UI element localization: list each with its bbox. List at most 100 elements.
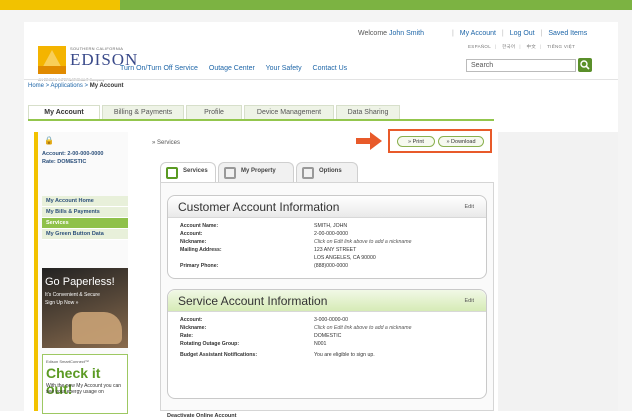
nav-outage-center[interactable]: Outage Center bbox=[209, 65, 255, 72]
arrow-right-icon bbox=[356, 132, 382, 150]
info-label: Account: bbox=[180, 317, 203, 323]
lang-spanish[interactable]: ESPAÑOL bbox=[468, 44, 491, 49]
info-row: Account: 3-000-0000-00 bbox=[168, 316, 486, 324]
breadcrumb-home[interactable]: Home bbox=[28, 83, 44, 89]
tab-device-management[interactable]: Device Management bbox=[244, 105, 334, 119]
info-label: Budget Assistant Notifications: bbox=[180, 352, 258, 358]
sidebar-item-bills-payments[interactable]: My Bills & Payments bbox=[42, 207, 128, 218]
info-row: LOS ANGELES, CA 90000 bbox=[168, 254, 486, 262]
tab-options-label: Options bbox=[319, 168, 342, 174]
sidebar-item-green-button[interactable]: My Green Button Data bbox=[42, 229, 128, 240]
language-links: ESPAÑOL | 한국어 | 中文 | TIẾNG VIỆT bbox=[468, 44, 576, 49]
info-value: You are eligible to sign up. bbox=[314, 352, 375, 358]
info-value: N001 bbox=[314, 341, 327, 347]
info-value: 123 ANY STREET bbox=[314, 247, 357, 253]
services-icon bbox=[166, 167, 178, 179]
lang-korean[interactable]: 한국어 bbox=[502, 44, 515, 49]
promo-image bbox=[72, 312, 122, 344]
service-edit-link[interactable]: Edit bbox=[465, 298, 474, 304]
info-value: LOS ANGELES, CA 90000 bbox=[314, 255, 376, 261]
info-row: Primary Phone: (888)000-0000 bbox=[168, 262, 486, 270]
nav-turn-on-off[interactable]: Turn On/Turn Off Service bbox=[120, 65, 198, 72]
nav-your-safety[interactable]: Your Safety bbox=[266, 65, 302, 72]
account-summary: Account: 2-00-000-0000 Rate: DOMESTIC bbox=[42, 150, 103, 166]
search-icon bbox=[580, 60, 590, 70]
rate-label: Rate: DOMESTIC bbox=[42, 159, 87, 165]
info-label: Account: bbox=[180, 231, 203, 237]
tab-services-label: Services bbox=[183, 168, 208, 174]
left-sidebar: 🔒 Account: 2-00-000-0000 Rate: DOMESTIC … bbox=[34, 132, 128, 414]
options-icon bbox=[302, 167, 314, 179]
sidebar-item-my-account-home[interactable]: My Account Home bbox=[42, 196, 128, 207]
info-row: Account Name: SMITH, JOHN bbox=[168, 222, 486, 230]
right-column bbox=[498, 132, 618, 411]
welcome-message: Welcome John Smith bbox=[358, 30, 424, 37]
info-row: Rotating Outage Group: N001 bbox=[168, 340, 486, 348]
info-row: Nickname: Click on Edit link above to add… bbox=[168, 238, 486, 246]
search-button[interactable] bbox=[578, 58, 592, 72]
customer-card-title: Customer Account Information bbox=[178, 200, 340, 214]
tab-my-account[interactable]: My Account bbox=[28, 105, 100, 119]
lock-icon: 🔒 bbox=[44, 136, 54, 145]
service-account-card: Service Account Information Edit Account… bbox=[167, 289, 487, 399]
info-row: Mailing Address: 123 ANY STREET bbox=[168, 246, 486, 254]
info-label: Account Name: bbox=[180, 223, 219, 229]
nav-contact-us[interactable]: Contact Us bbox=[313, 65, 348, 72]
tab-services[interactable]: Services bbox=[160, 162, 216, 182]
breadcrumb-current: My Account bbox=[89, 83, 124, 89]
promo-subtitle: It's Convenient & Secure bbox=[45, 292, 100, 298]
tab-profile[interactable]: Profile bbox=[186, 105, 242, 119]
tab-my-property[interactable]: My Property bbox=[218, 162, 294, 182]
info-value: Click on Edit link above to add a nickna… bbox=[314, 239, 412, 245]
service-rows: Account: 3-000-0000-00 Nickname: Click on E… bbox=[168, 312, 486, 361]
smartconnect-promo[interactable]: Edison SmartConnect™ Check it out! With … bbox=[42, 354, 128, 414]
sidebar-menu: My Account Home My Bills & Payments Serv… bbox=[42, 196, 128, 240]
lang-chinese[interactable]: 中文 bbox=[526, 44, 536, 49]
go-paperless-promo[interactable]: Go Paperless! It's Convenient & Secure S… bbox=[42, 268, 128, 348]
info-row: Budget Assistant Notifications: You are e… bbox=[168, 351, 486, 361]
customer-rows: Account Name: SMITH, JOHN Account: 2-00-000… bbox=[168, 218, 486, 270]
promo-title: Go Paperless! bbox=[45, 276, 115, 288]
customer-edit-link[interactable]: Edit bbox=[465, 204, 474, 210]
breadcrumb: Home > Applications > My Account bbox=[28, 83, 124, 89]
welcome-prefix: Welcome bbox=[358, 30, 388, 37]
property-icon bbox=[224, 167, 236, 179]
services-link[interactable]: » Services bbox=[152, 140, 180, 146]
tab-data-sharing[interactable]: Data Sharing bbox=[336, 105, 400, 119]
search-input[interactable]: Search bbox=[466, 59, 576, 72]
info-value: (888)000-0000 bbox=[314, 263, 349, 269]
user-name: John Smith bbox=[389, 30, 425, 37]
page: SOUTHERN CALIFORNIA EDISON AN EDISON INT… bbox=[24, 22, 618, 419]
promo2-kicker: Edison SmartConnect™ bbox=[46, 359, 89, 364]
edison-sun-icon bbox=[38, 46, 66, 74]
sidebar-item-services[interactable]: Services bbox=[42, 218, 128, 229]
tab-billing-payments[interactable]: Billing & Payments bbox=[102, 105, 184, 119]
edison-logo[interactable]: SOUTHERN CALIFORNIA EDISON AN EDISON INT… bbox=[38, 44, 142, 82]
divider bbox=[24, 79, 618, 80]
log-out-link[interactable]: Log Out bbox=[510, 30, 535, 37]
tab-my-property-label: My Property bbox=[241, 168, 276, 174]
customer-account-card: Customer Account Information Edit Accoun… bbox=[167, 195, 487, 279]
info-row: Nickname: Click on Edit link above to add… bbox=[168, 324, 486, 332]
tab-options[interactable]: Options bbox=[296, 162, 358, 182]
breadcrumb-applications[interactable]: Applications bbox=[51, 83, 83, 89]
my-account-link[interactable]: My Account bbox=[460, 30, 496, 37]
download-button[interactable]: » Download bbox=[438, 136, 484, 147]
info-label: Mailing Address: bbox=[180, 247, 222, 253]
deactivate-link[interactable]: Deactivate Online Account bbox=[167, 413, 236, 419]
print-button[interactable]: » Print bbox=[397, 136, 435, 147]
info-row: Rate: DOMESTIC bbox=[168, 332, 486, 340]
info-value: 2-00-000-0000 bbox=[314, 231, 349, 237]
services-panel: Customer Account Information Edit Accoun… bbox=[160, 182, 494, 419]
saved-items-link[interactable]: Saved Items bbox=[548, 30, 587, 37]
service-card-title: Service Account Information bbox=[178, 294, 328, 308]
main-nav: Turn On/Turn Off Service Outage Center Y… bbox=[120, 65, 356, 72]
lang-vietnamese[interactable]: TIẾNG VIỆT bbox=[547, 44, 575, 49]
info-label: Nickname: bbox=[180, 325, 207, 331]
account-number: Account: 2-00-000-0000 bbox=[42, 151, 104, 157]
tab-underline bbox=[28, 119, 494, 121]
info-label: Primary Phone: bbox=[180, 263, 219, 269]
promo-signup-link[interactable]: Sign Up Now » bbox=[45, 300, 78, 306]
top-links: | My Account | Log Out | Saved Items bbox=[452, 30, 588, 37]
info-value: SMITH, JOHN bbox=[314, 223, 348, 229]
